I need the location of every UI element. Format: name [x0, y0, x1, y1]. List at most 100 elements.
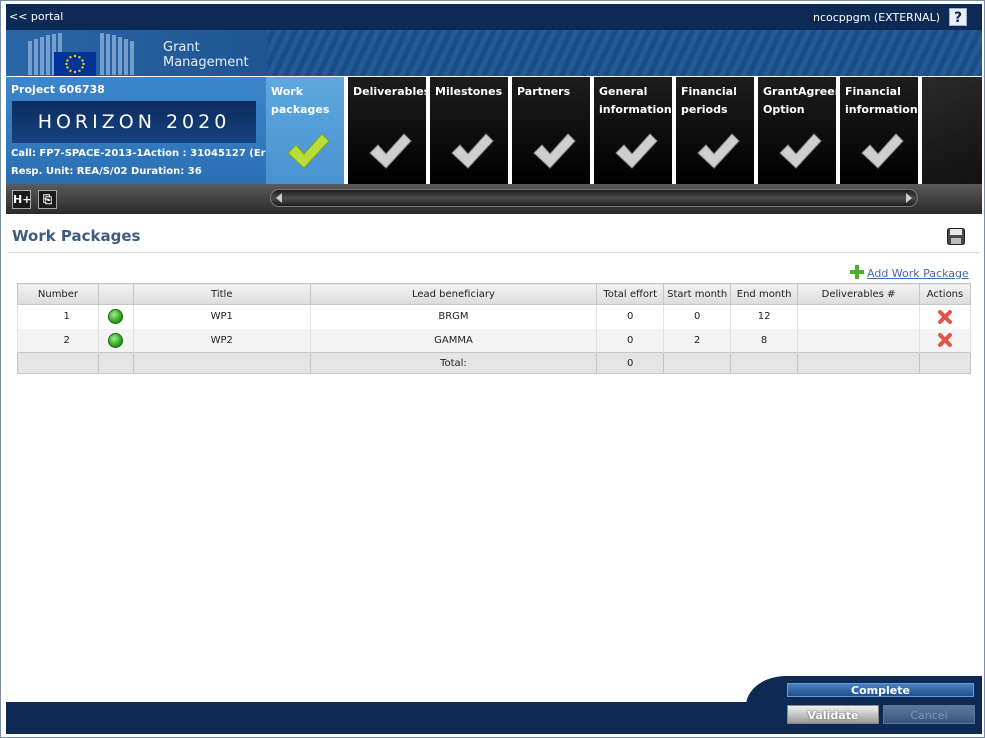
cell-lead-beneficiary: BRGM — [309, 304, 598, 329]
total-empty-cell — [97, 352, 134, 374]
check-icon — [369, 133, 412, 169]
portal-link[interactable]: << portal — [9, 10, 63, 23]
cell-end-month: 12 — [730, 304, 799, 329]
cell-end-month: 8 — [730, 328, 799, 353]
tab-label: Financial periods — [681, 85, 737, 116]
call-info: Call: FP7-SPACE-2013-1Action : 31045127 … — [11, 148, 266, 159]
validate-button[interactable]: Validate — [787, 705, 879, 724]
check-icon — [861, 133, 904, 169]
tab-milestones[interactable]: Milestones — [430, 77, 510, 184]
cell-start-month: 0 — [663, 304, 732, 329]
plus-icon — [850, 265, 864, 279]
grant-management-banner: Grant Management — [6, 30, 982, 76]
tab-label: Financial information — [845, 85, 918, 116]
column-header-number[interactable]: Number — [17, 283, 99, 305]
total-label: Total: — [309, 352, 598, 374]
column-header-start-month[interactable]: Start month — [663, 283, 732, 305]
tab-label: General information — [599, 85, 672, 116]
column-header-end-month[interactable]: End month — [730, 283, 799, 305]
status-green-icon — [108, 332, 124, 348]
check-icon — [287, 133, 330, 169]
column-header-deliverables[interactable]: Deliverables # — [797, 283, 920, 305]
delete-icon[interactable] — [937, 309, 953, 325]
column-header-title[interactable]: Title — [132, 283, 311, 305]
delete-icon[interactable] — [937, 332, 953, 348]
top-bar: << portal ncocppgm (EXTERNAL) ? — [6, 4, 982, 30]
tab-scrollbar[interactable] — [270, 189, 918, 207]
total-empty-cell — [797, 352, 920, 374]
table-total-row: Total: 0 — [17, 352, 972, 374]
table-header-row: Number Title Lead beneficiary Total effo… — [17, 283, 972, 305]
tab-work-packages[interactable]: Work packages — [266, 77, 346, 184]
document-icon[interactable]: ⎘ — [38, 190, 57, 209]
total-empty-cell — [17, 352, 99, 374]
eu-flag-icon — [54, 52, 96, 76]
cell-start-month: 2 — [663, 328, 732, 353]
tab-financial-periods[interactable]: Financial periods — [676, 77, 756, 184]
tab-label: Deliverables — [353, 85, 431, 98]
column-header-total-effort[interactable]: Total effort — [596, 283, 665, 305]
help-button[interactable]: ? — [949, 8, 967, 26]
cell-actions — [918, 328, 972, 353]
total-effort-value: 0 — [596, 352, 665, 374]
total-empty-cell — [132, 352, 311, 374]
add-work-package-link[interactable]: Add Work Package — [850, 265, 969, 280]
cancel-button: Cancel — [883, 705, 975, 724]
tab-financial-information[interactable]: Financial information — [840, 77, 920, 184]
column-header-lead-beneficiary[interactable]: Lead beneficiary — [309, 283, 598, 305]
check-icon — [533, 133, 576, 169]
table-row[interactable]: 2 WP2 GAMMA 0 2 8 — [17, 328, 972, 353]
cell-status — [97, 304, 134, 329]
save-icon[interactable] — [947, 228, 965, 245]
tab-general-information[interactable]: General information — [594, 77, 674, 184]
scroll-right-arrow-icon[interactable] — [906, 193, 912, 203]
cell-deliverables — [797, 328, 920, 353]
cell-title[interactable]: WP1 — [132, 304, 311, 329]
cell-total-effort: 0 — [596, 328, 665, 353]
status-green-icon — [108, 309, 124, 325]
application-window: << portal ncocppgm (EXTERNAL) ? Grant Ma… — [0, 0, 985, 738]
cell-number: 2 — [17, 328, 99, 353]
tab-grant-agreement-option[interactable]: GrantAgreem Option — [758, 77, 847, 184]
cell-deliverables — [797, 304, 920, 329]
cell-lead-beneficiary: GAMMA — [309, 328, 598, 353]
banner-title-line2: Management — [163, 55, 249, 70]
tab-partners[interactable]: Partners — [512, 77, 592, 184]
cell-number: 1 — [17, 304, 99, 329]
banner-logo-area: Grant Management — [6, 30, 268, 76]
work-packages-table: Number Title Lead beneficiary Total effo… — [17, 283, 972, 374]
tab-label: Work packages — [271, 85, 330, 116]
cell-status — [97, 328, 134, 353]
project-id: Project 606738 — [11, 83, 105, 96]
total-empty-cell — [918, 352, 972, 374]
scroll-left-arrow-icon[interactable] — [276, 193, 282, 203]
banner-title-line1: Grant — [163, 40, 200, 55]
h-plus-button[interactable]: H+ — [12, 190, 31, 209]
complete-button[interactable]: Complete — [787, 683, 974, 697]
table-row[interactable]: 1 WP1 BRGM 0 0 12 — [17, 304, 972, 329]
tool-row: H+ ⎘ — [6, 184, 982, 214]
column-header-actions: Actions — [918, 283, 972, 305]
check-icon — [615, 133, 658, 169]
project-info-panel: Project 606738 HORIZON 2020 Call: FP7-SP… — [6, 77, 266, 184]
check-icon — [779, 133, 822, 169]
page-title: Work Packages — [12, 227, 141, 245]
tab-label: Milestones — [435, 85, 503, 98]
horizon-2020-logo: HORIZON 2020 — [12, 101, 256, 143]
tab-label: GrantAgreem Option — [763, 85, 847, 116]
total-empty-cell — [663, 352, 732, 374]
check-icon — [697, 133, 740, 169]
tab-strip-decoration — [922, 77, 982, 184]
tab-label: Partners — [517, 85, 571, 98]
resp-unit-info: Resp. Unit: REA/S/02 Duration: 36 — [11, 166, 202, 177]
tab-deliverables[interactable]: Deliverables — [348, 77, 431, 184]
cell-actions — [918, 304, 972, 329]
check-icon — [451, 133, 494, 169]
title-divider — [8, 252, 980, 253]
cell-title[interactable]: WP2 — [132, 328, 311, 353]
cell-total-effort: 0 — [596, 304, 665, 329]
add-work-package-label: Add Work Package — [867, 267, 969, 280]
user-label: ncocppgm (EXTERNAL) — [812, 11, 940, 24]
column-header-status — [97, 283, 134, 305]
total-empty-cell — [730, 352, 799, 374]
